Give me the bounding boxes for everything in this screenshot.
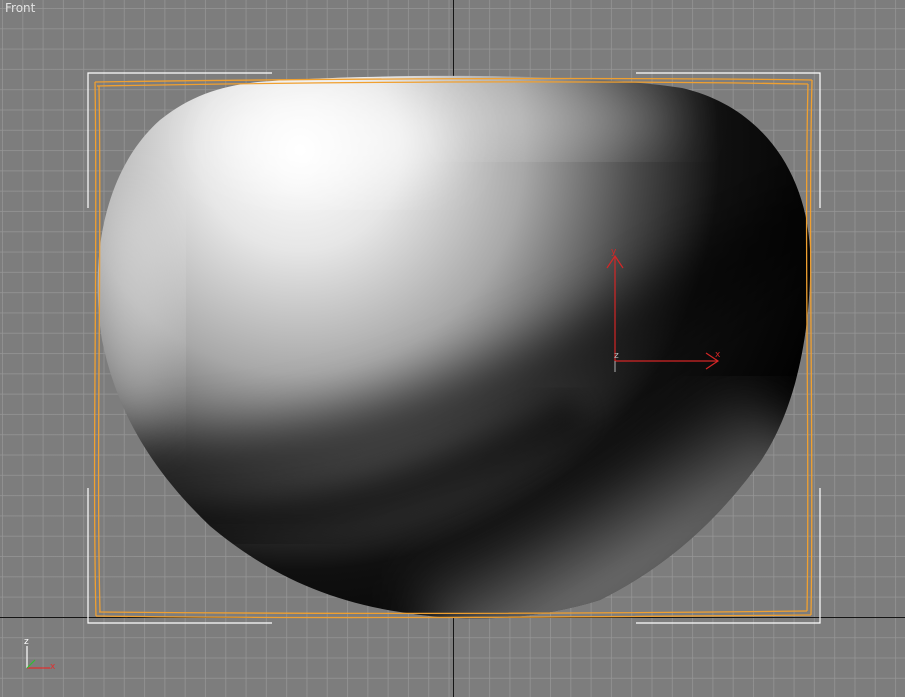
front-viewport[interactable]: y x z z x Front [0, 0, 905, 697]
gizmo-y-label: y [611, 247, 617, 257]
axis-tripod [26, 646, 50, 669]
viewport-scene: y x z z x [24, 72, 840, 672]
gizmo-x-label: x [715, 350, 721, 360]
tripod-x-label: x [50, 662, 56, 672]
apple-mesh[interactable] [90, 75, 840, 640]
viewport-label[interactable]: Front [5, 1, 35, 15]
tripod-z-label: z [24, 637, 29, 647]
gizmo-z-label: z [614, 351, 619, 361]
